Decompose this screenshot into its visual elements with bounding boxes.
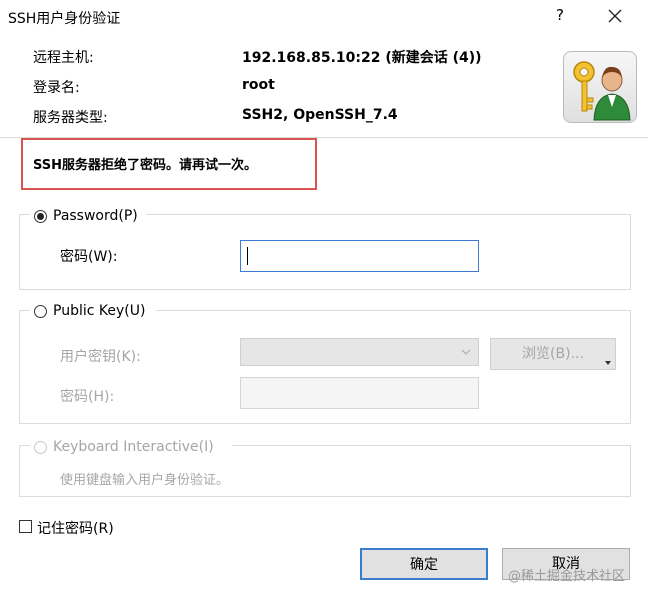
close-button[interactable] bbox=[600, 4, 630, 28]
publickey-option[interactable]: Public Key(U) bbox=[30, 302, 156, 322]
title-bar: SSH用户身份验证 ? bbox=[0, 0, 648, 34]
passphrase-label: 密码(H): bbox=[60, 389, 115, 405]
password-input[interactable] bbox=[240, 240, 479, 272]
chevron-down-icon bbox=[461, 349, 471, 355]
keyboard-radio[interactable] bbox=[34, 441, 47, 454]
browse-button[interactable]: 浏览(B)... bbox=[490, 338, 616, 370]
dropdown-arrow-icon bbox=[605, 361, 611, 365]
ok-button[interactable]: 确定 bbox=[360, 548, 488, 580]
keyboard-radio-label: Keyboard Interactive(I) bbox=[53, 439, 214, 455]
remember-password-label: 记住密码(R) bbox=[37, 521, 114, 537]
host-label: 远程主机: bbox=[33, 50, 94, 66]
password-field-label: 密码(W): bbox=[60, 249, 118, 265]
remember-password-option[interactable]: 记住密码(R) bbox=[19, 518, 159, 538]
close-icon bbox=[608, 9, 622, 23]
server-type-value: SSH2, OpenSSH_7.4 bbox=[242, 107, 398, 123]
password-radio-label: Password(P) bbox=[53, 208, 138, 224]
keyboard-description: 使用键盘输入用户身份验证。 bbox=[60, 473, 230, 488]
server-type-label: 服务器类型: bbox=[33, 110, 108, 126]
host-value: 192.168.85.10:22 (新建会话 (4)) bbox=[242, 50, 482, 66]
password-radio[interactable] bbox=[34, 210, 47, 223]
login-value: root bbox=[242, 77, 275, 93]
user-key-icon bbox=[563, 51, 637, 123]
error-message: SSH服务器拒绝了密码。请再试一次。 bbox=[33, 158, 258, 173]
browse-button-label: 浏览(B)... bbox=[522, 346, 584, 362]
password-option[interactable]: Password(P) bbox=[30, 207, 146, 227]
user-key-select[interactable] bbox=[240, 338, 479, 366]
remember-password-checkbox[interactable] bbox=[19, 520, 32, 533]
passphrase-input[interactable] bbox=[240, 377, 479, 409]
watermark-text: @稀土掘金技术社区 bbox=[508, 569, 626, 584]
text-caret bbox=[247, 247, 248, 265]
publickey-radio[interactable] bbox=[34, 305, 47, 318]
error-highlight-box: SSH服务器拒绝了密码。请再试一次。 bbox=[21, 138, 317, 190]
publickey-radio-label: Public Key(U) bbox=[53, 303, 146, 319]
user-key-label: 用户密钥(K): bbox=[60, 349, 141, 365]
keyboard-option[interactable]: Keyboard Interactive(I) bbox=[30, 438, 232, 458]
login-label: 登录名: bbox=[33, 80, 80, 96]
window-title: SSH用户身份验证 bbox=[8, 11, 121, 27]
help-button[interactable]: ? bbox=[552, 6, 568, 24]
